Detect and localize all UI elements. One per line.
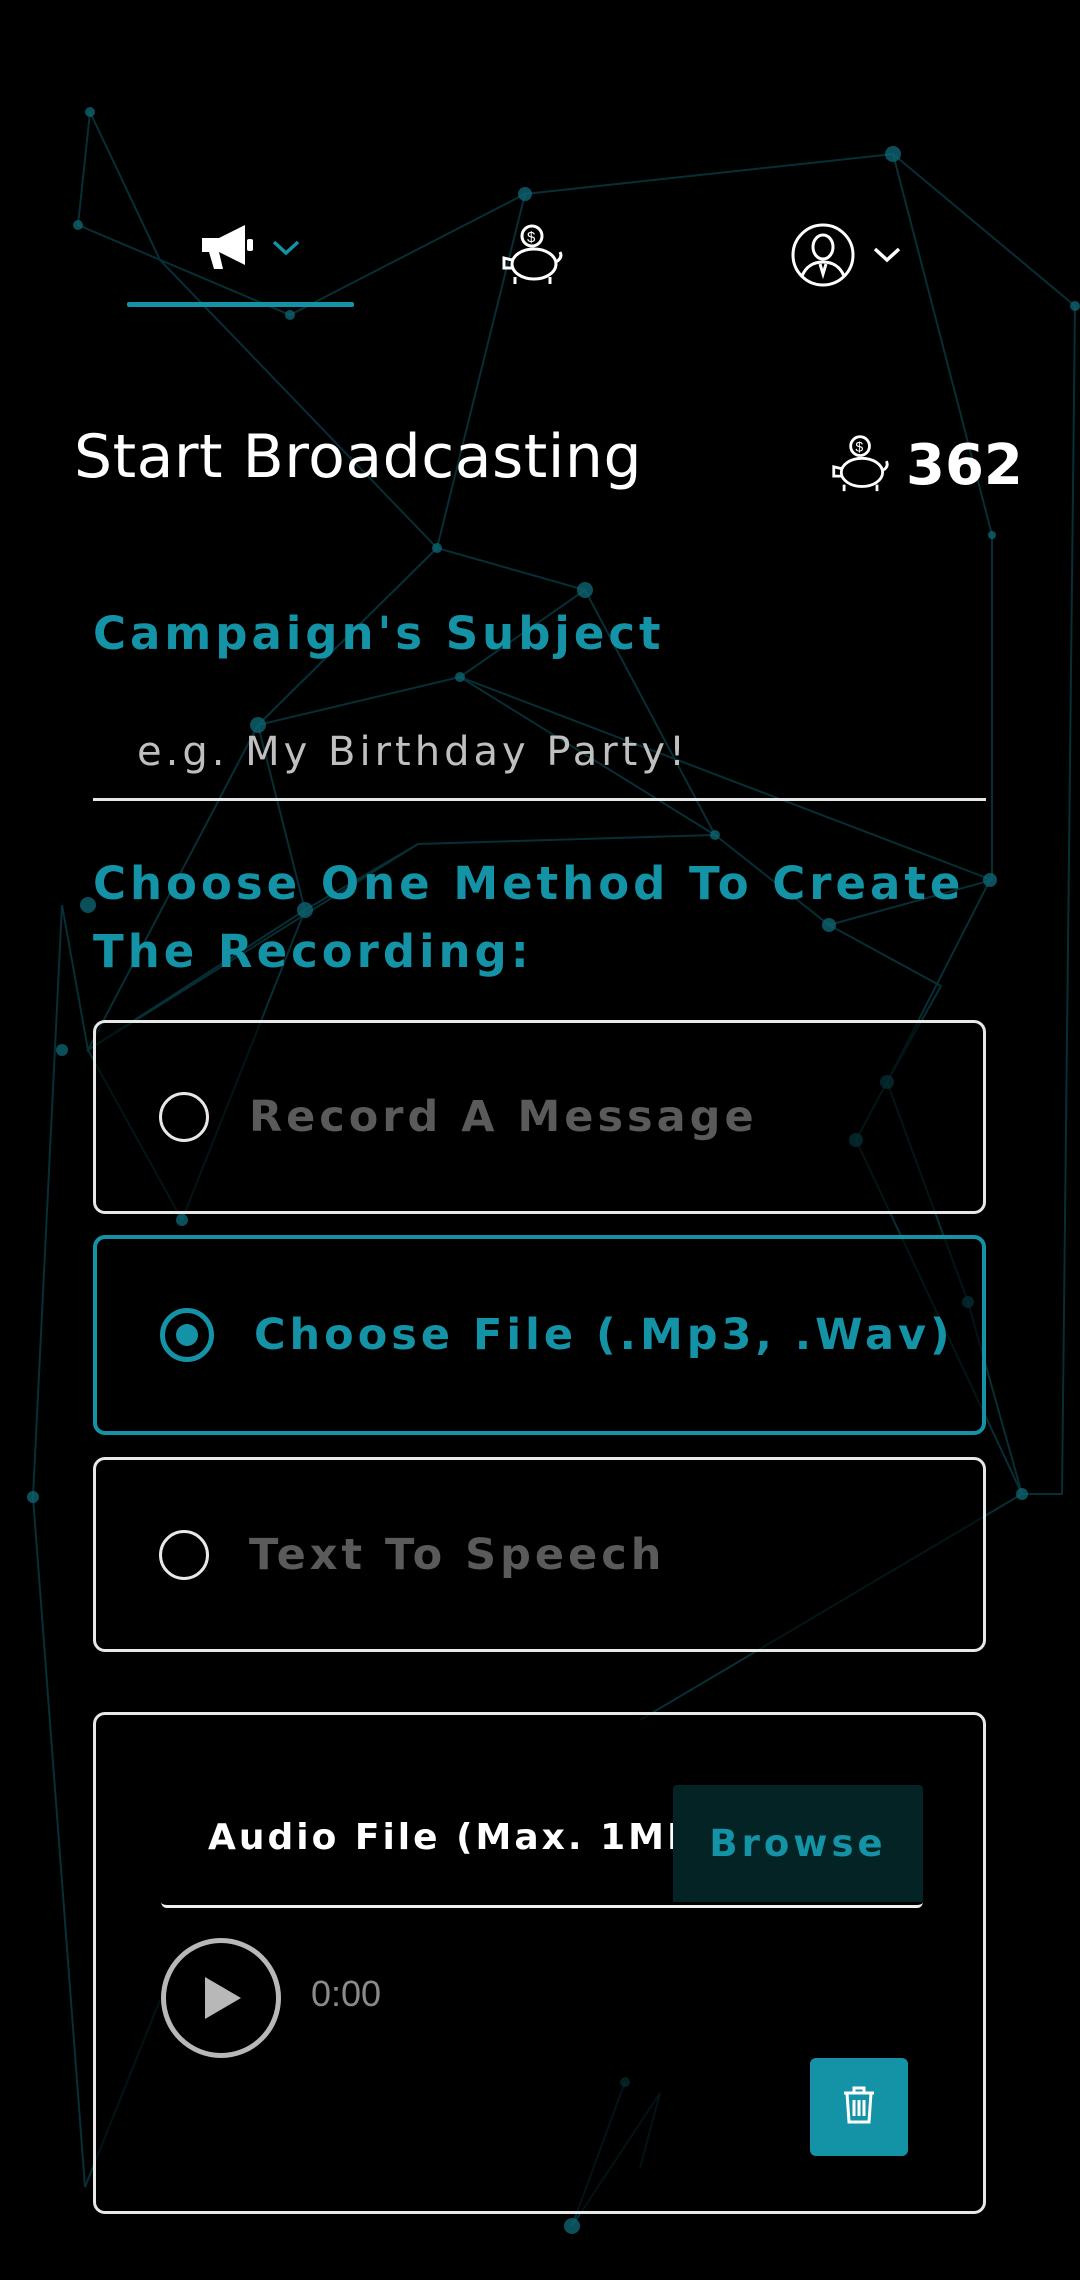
method-label: Choose One Method To Create The Recordin…	[93, 857, 965, 978]
page-title: Start Broadcasting	[74, 422, 643, 492]
file-input-label: Audio File (Max. 1MB)	[208, 1817, 717, 1858]
subject-input[interactable]	[93, 705, 986, 801]
option-label: Record A Message	[249, 1092, 758, 1142]
megaphone-icon	[197, 222, 257, 278]
svg-text:$: $	[527, 229, 536, 246]
audio-time: 0:00	[311, 1973, 382, 2014]
svg-text:$: $	[855, 439, 863, 455]
chevron-down-icon	[271, 239, 301, 261]
nav-profile-tab[interactable]	[790, 222, 902, 292]
piggy-bank-icon: $	[830, 432, 892, 498]
chevron-down-icon	[872, 246, 902, 268]
delete-button[interactable]	[810, 2058, 908, 2156]
trash-icon	[841, 2085, 877, 2129]
play-button[interactable]	[161, 1938, 281, 2058]
credit-balance: $ 362	[830, 432, 1023, 498]
radio-text-to-speech[interactable]	[159, 1529, 209, 1580]
option-choose-file[interactable]: Choose File (.Mp3, .Wav)	[93, 1235, 986, 1435]
option-record-message[interactable]: Record A Message	[93, 1020, 986, 1214]
file-upload-panel: Audio File (Max. 1MB) Browse 0:00	[93, 1712, 986, 2214]
piggy-bank-icon: $	[500, 222, 566, 290]
radio-choose-file[interactable]	[160, 1308, 214, 1362]
file-input[interactable]: Audio File (Max. 1MB) Browse	[161, 1785, 923, 1908]
nav-credits-tab[interactable]: $	[500, 222, 566, 290]
option-label: Choose File (.Mp3, .Wav)	[254, 1310, 954, 1360]
browse-button[interactable]: Browse	[673, 1785, 923, 1902]
option-text-to-speech[interactable]: Text To Speech	[93, 1457, 986, 1652]
balance-value: 362	[906, 432, 1023, 498]
subject-label: Campaign's Subject	[93, 607, 665, 660]
option-label: Text To Speech	[249, 1529, 666, 1580]
user-avatar-icon	[790, 222, 856, 292]
nav-broadcast-tab[interactable]	[197, 222, 301, 278]
active-tab-indicator	[127, 302, 354, 307]
radio-record-message[interactable]	[159, 1092, 209, 1142]
